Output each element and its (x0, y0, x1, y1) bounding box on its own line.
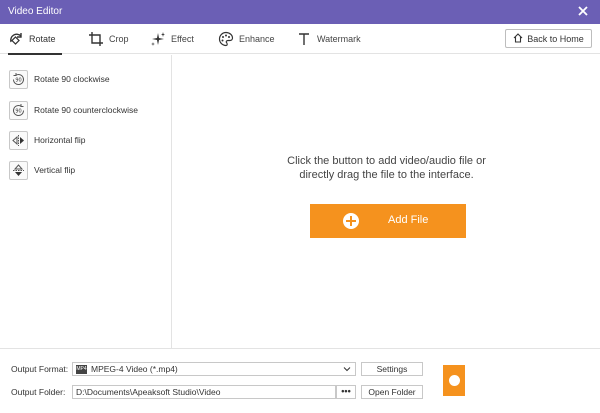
rotate-clockwise-icon: 90 (9, 69, 28, 89)
vertical-flip-option[interactable]: Vertical flip (9, 160, 75, 180)
settings-button[interactable]: Settings (361, 362, 423, 376)
chevron-down-icon (343, 365, 351, 373)
output-format-value: MPEG-4 Video (*.mp4) (91, 364, 178, 374)
output-panel: Output Format: MP4 MPEG-4 Video (*.mp4) … (0, 348, 600, 413)
tab-crop[interactable]: Crop (88, 24, 129, 54)
add-file-label: Add File (388, 214, 429, 226)
rotate-counterclockwise-icon: 90 (9, 100, 28, 120)
window-title: Video Editor (8, 6, 63, 17)
back-to-home-button[interactable]: Back to Home (505, 29, 592, 48)
rotate-options-sidebar: 90 Rotate 90 clockwise 90 Rotate 90 coun… (0, 55, 172, 348)
horizontal-flip-option[interactable]: Horizontal flip (9, 130, 86, 150)
sidebar-item-label: Vertical flip (34, 165, 76, 175)
sidebar-item-label: Horizontal flip (34, 135, 86, 145)
tab-label: Enhance (239, 34, 275, 44)
output-format-label: Output Format: (11, 364, 69, 374)
tab-rotate[interactable]: Rotate (8, 24, 62, 55)
tab-label: Watermark (317, 34, 361, 44)
mp4-format-icon: MP4 (76, 364, 87, 374)
vertical-flip-icon (9, 160, 28, 180)
crop-icon (88, 31, 104, 47)
rotate-clockwise-option[interactable]: 90 Rotate 90 clockwise (9, 69, 110, 89)
output-folder-field[interactable]: D:\Documents\Apeaksoft Studio\Video (72, 385, 336, 399)
browse-folder-button[interactable]: ••• (336, 385, 356, 399)
drop-hint-line-2: directly drag the file to the interface. (299, 169, 474, 181)
tab-enhance[interactable]: Enhance (218, 24, 275, 54)
drop-hint: Click the button to add video/audio file… (173, 154, 600, 182)
home-icon (513, 32, 523, 45)
tab-label: Rotate (29, 34, 56, 44)
plus-circle-icon (343, 213, 359, 229)
rotate-icon (8, 31, 24, 47)
horizontal-flip-icon (9, 130, 28, 150)
tab-label: Effect (171, 34, 194, 44)
output-folder-label: Output Folder: (11, 387, 66, 397)
open-folder-button[interactable]: Open Folder (361, 385, 423, 399)
output-format-select[interactable]: MP4 MPEG-4 Video (*.mp4) (72, 362, 356, 376)
tab-label: Crop (109, 34, 129, 44)
file-drop-area[interactable]: Click the button to add video/audio file… (173, 55, 600, 348)
add-file-button[interactable]: Add File (310, 204, 466, 238)
close-icon[interactable] (576, 4, 590, 18)
rotate-badge: 90 (15, 77, 21, 83)
rotate-badge: 90 (15, 108, 21, 114)
text-t-icon (296, 31, 312, 47)
convert-button[interactable] (443, 365, 465, 396)
drop-hint-line-1: Click the button to add video/audio file… (287, 155, 486, 167)
tab-effect[interactable]: Effect (150, 24, 194, 54)
enhance-palette-icon (218, 31, 234, 47)
back-to-home-label: Back to Home (527, 33, 584, 44)
rotate-counterclockwise-option[interactable]: 90 Rotate 90 counterclockwise (9, 100, 138, 120)
effect-sparkle-icon (150, 31, 166, 47)
tab-bar: Rotate Crop Effect Enhance Watermark Bac… (0, 24, 600, 55)
sidebar-item-label: Rotate 90 clockwise (34, 74, 110, 84)
sidebar-item-label: Rotate 90 counterclockwise (34, 105, 138, 115)
tab-watermark[interactable]: Watermark (296, 24, 361, 54)
title-bar: Video Editor (0, 0, 600, 24)
convert-icon (449, 375, 460, 386)
